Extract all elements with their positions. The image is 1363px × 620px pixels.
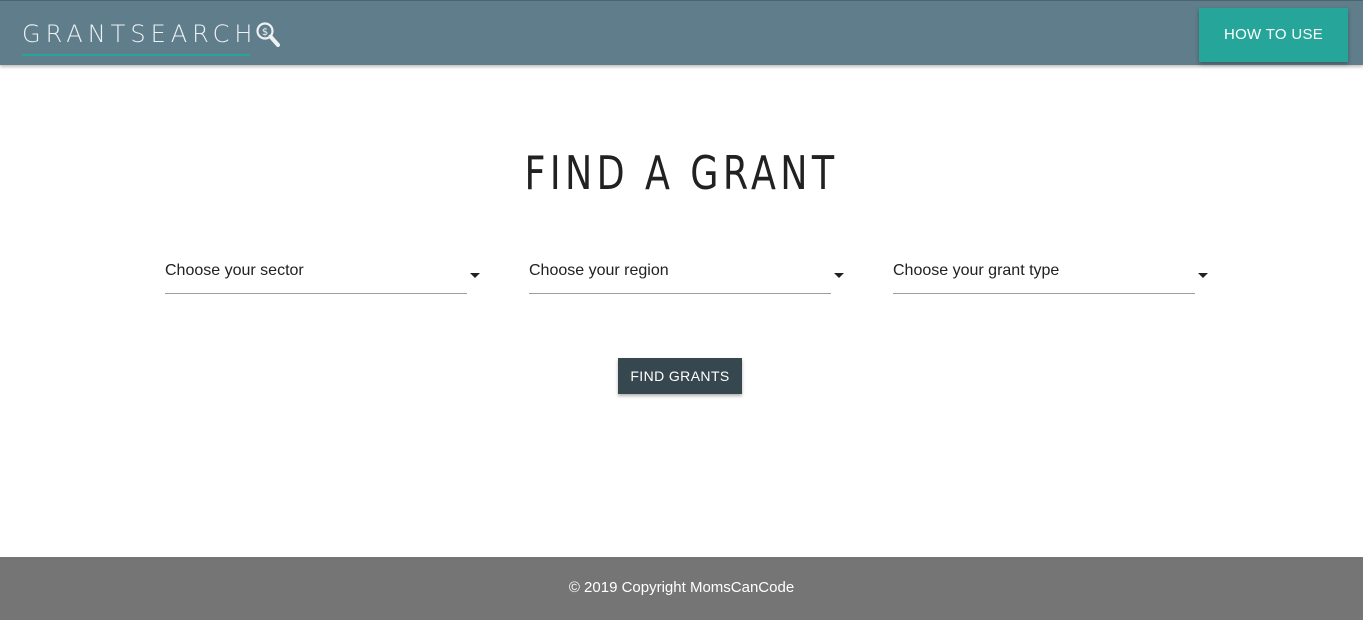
sector-select[interactable]: Choose your sector <box>165 256 480 294</box>
logo-link[interactable]: GRANTSEARCH $ <box>22 19 281 56</box>
sector-select-value: Choose your sector <box>165 262 304 279</box>
page-title: FIND A GRANT <box>524 146 839 200</box>
page: GRANTSEARCH $ HOW TO USE FIND A GRANT Ch… <box>0 0 1363 620</box>
chevron-down-icon <box>834 273 844 278</box>
logo-underline <box>22 54 250 56</box>
find-grants-button[interactable]: FIND GRANTS <box>618 358 742 394</box>
select-underline <box>165 293 467 294</box>
how-to-use-button[interactable]: HOW TO USE <box>1199 8 1348 62</box>
chevron-down-icon <box>1198 273 1208 278</box>
copyright-text: © 2019 Copyright MomsCanCode <box>568 579 795 596</box>
footer: © 2019 Copyright MomsCanCode <box>0 557 1363 620</box>
chevron-down-icon <box>470 273 480 278</box>
grant-type-select[interactable]: Choose your grant type <box>893 256 1208 294</box>
logo-text: GRANTSEARCH <box>22 20 258 48</box>
select-underline <box>529 293 831 294</box>
magnifier-dollar-icon: $ <box>255 21 281 49</box>
select-underline <box>893 293 1195 294</box>
region-select[interactable]: Choose your region <box>529 256 844 294</box>
top-navbar: GRANTSEARCH $ HOW TO USE <box>0 0 1363 65</box>
region-select-value: Choose your region <box>529 262 669 279</box>
svg-text:$: $ <box>262 27 268 38</box>
grant-type-select-value: Choose your grant type <box>893 262 1060 279</box>
